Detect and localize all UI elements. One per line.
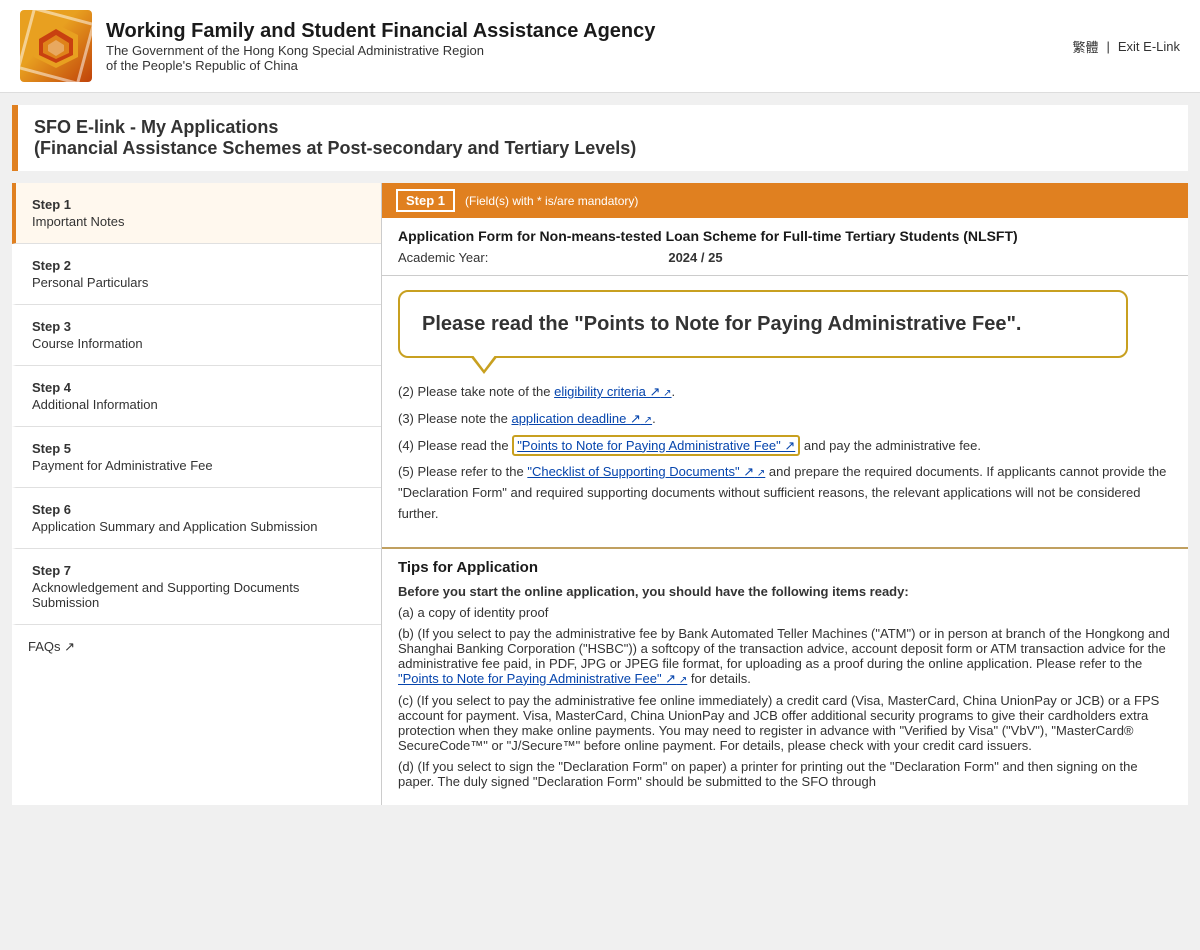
separator: | bbox=[1106, 39, 1109, 54]
tips-section: Tips for Application Before you start th… bbox=[382, 547, 1188, 805]
sidebar: Step 1 Important Notes Step 2 Personal P… bbox=[12, 183, 382, 805]
step-note: (Field(s) with * is/are mandatory) bbox=[465, 194, 638, 208]
main-layout: Step 1 Important Notes Step 2 Personal P… bbox=[12, 183, 1188, 805]
agency-logo bbox=[20, 10, 92, 82]
header-left: Working Family and Student Financial Ass… bbox=[20, 10, 655, 82]
content-prefix: (3) Please note the bbox=[398, 411, 511, 426]
step-label-7: Acknowledgement and Supporting Documents… bbox=[32, 580, 365, 610]
sidebar-steps: Step 1 Important Notes Step 2 Personal P… bbox=[12, 183, 381, 625]
step-label-2: Personal Particulars bbox=[32, 275, 365, 290]
content-area: Step 1 (Field(s) with * is/are mandatory… bbox=[382, 183, 1188, 805]
step-number-6: Step 6 bbox=[32, 502, 365, 517]
tips-item-4: (d) (If you select to sign the "Declarat… bbox=[398, 759, 1172, 789]
step-label-4: Additional Information bbox=[32, 397, 365, 412]
tips-intro: Before you start the online application,… bbox=[398, 584, 1172, 599]
tips-items: (a) a copy of identity proof (b) (If you … bbox=[398, 605, 1172, 789]
content-item-3: (4) Please read the "Points to Note for … bbox=[398, 436, 1172, 457]
lang-toggle[interactable]: 繁體 bbox=[1072, 37, 1098, 56]
content-prefix: (5) Please refer to the bbox=[398, 464, 527, 479]
faqs-anchor[interactable]: FAQs ↗ bbox=[28, 639, 75, 654]
faqs-link[interactable]: FAQs ↗ bbox=[12, 625, 381, 669]
tooltip-bubble: Please read the "Points to Note for Payi… bbox=[398, 290, 1128, 358]
step-badge: Step 1 bbox=[396, 189, 455, 212]
tips-item-1: (a) a copy of identity proof bbox=[398, 605, 1172, 620]
content-items: (2) Please take note of the eligibility … bbox=[398, 382, 1172, 525]
content-suffix: . bbox=[672, 384, 676, 399]
step-label-1: Important Notes bbox=[32, 214, 365, 229]
year-label: Academic Year: bbox=[398, 250, 488, 265]
content-link-4[interactable]: "Checklist of Supporting Documents" ↗ bbox=[527, 464, 765, 479]
page-title-line2: (Financial Assistance Schemes at Post-se… bbox=[34, 138, 1172, 159]
step-label-6: Application Summary and Application Subm… bbox=[32, 519, 365, 534]
step-number-2: Step 2 bbox=[32, 258, 365, 273]
exit-link[interactable]: Exit E-Link bbox=[1118, 39, 1180, 54]
content-link-3[interactable]: "Points to Note for Paying Administrativ… bbox=[512, 435, 800, 456]
sidebar-step-1[interactable]: Step 1 Important Notes bbox=[12, 183, 381, 244]
tips-title: Tips for Application bbox=[398, 559, 1172, 576]
sidebar-step-5[interactable]: Step 5 Payment for Administrative Fee bbox=[12, 427, 381, 488]
page-title-line1: SFO E-link - My Applications bbox=[34, 117, 1172, 138]
content-suffix: and pay the administrative fee. bbox=[800, 438, 981, 453]
app-form-title: Application Form for Non-means-tested Lo… bbox=[398, 228, 1172, 244]
tips-item-suffix: for details. bbox=[687, 671, 751, 686]
tips-prefix: (d) (If you select to sign the "Declarat… bbox=[398, 759, 1138, 789]
content-body: (2) Please take note of the eligibility … bbox=[382, 372, 1188, 541]
content-prefix: (4) Please read the bbox=[398, 438, 512, 453]
page-title-bar: SFO E-link - My Applications (Financial … bbox=[12, 105, 1188, 171]
tips-prefix: (b) (If you select to pay the administra… bbox=[398, 626, 1170, 671]
step-number-4: Step 4 bbox=[32, 380, 365, 395]
tips-item-3: (c) (If you select to pay the administra… bbox=[398, 693, 1172, 753]
sidebar-step-3[interactable]: Step 3 Course Information bbox=[12, 305, 381, 366]
tooltip-text: Please read the "Points to Note for Payi… bbox=[422, 313, 1021, 335]
step-label-3: Course Information bbox=[32, 336, 365, 351]
step-header: Step 1 (Field(s) with * is/are mandatory… bbox=[382, 183, 1188, 218]
content-item-4: (5) Please refer to the "Checklist of Su… bbox=[398, 462, 1172, 524]
tips-prefix: (c) (If you select to pay the administra… bbox=[398, 693, 1159, 753]
sidebar-step-7[interactable]: Step 7 Acknowledgement and Supporting Do… bbox=[12, 549, 381, 625]
sidebar-step-2[interactable]: Step 2 Personal Particulars bbox=[12, 244, 381, 305]
content-item-1: (2) Please take note of the eligibility … bbox=[398, 382, 1172, 403]
agency-subtitle: The Government of the Hong Kong Special … bbox=[106, 43, 655, 73]
content-suffix: . bbox=[652, 411, 656, 426]
agency-name: Working Family and Student Financial Ass… bbox=[106, 20, 655, 43]
sidebar-step-6[interactable]: Step 6 Application Summary and Applicati… bbox=[12, 488, 381, 549]
step-number-5: Step 5 bbox=[32, 441, 365, 456]
content-prefix: (2) Please take note of the bbox=[398, 384, 554, 399]
page-header: Working Family and Student Financial Ass… bbox=[0, 0, 1200, 93]
agency-info: Working Family and Student Financial Ass… bbox=[106, 20, 655, 73]
tips-item-2: (b) (If you select to pay the administra… bbox=[398, 626, 1172, 687]
sidebar-step-4[interactable]: Step 4 Additional Information bbox=[12, 366, 381, 427]
app-form-header: Application Form for Non-means-tested Lo… bbox=[382, 218, 1188, 276]
content-link-1[interactable]: eligibility criteria ↗ bbox=[554, 384, 671, 399]
year-value: 2024 / 25 bbox=[668, 250, 722, 265]
tips-prefix: (a) a copy of identity proof bbox=[398, 605, 548, 620]
step-number-7: Step 7 bbox=[32, 563, 365, 578]
step-number-1: Step 1 bbox=[32, 197, 365, 212]
app-form-year-row: Academic Year: 2024 / 25 bbox=[398, 250, 1172, 265]
step-number-3: Step 3 bbox=[32, 319, 365, 334]
step-label-5: Payment for Administrative Fee bbox=[32, 458, 365, 473]
header-actions: 繁體 | Exit E-Link bbox=[1072, 37, 1180, 56]
tips-link-2[interactable]: "Points to Note for Paying Administrativ… bbox=[398, 671, 687, 686]
content-link-2[interactable]: application deadline ↗ bbox=[511, 411, 652, 426]
content-item-2: (3) Please note the application deadline… bbox=[398, 409, 1172, 430]
